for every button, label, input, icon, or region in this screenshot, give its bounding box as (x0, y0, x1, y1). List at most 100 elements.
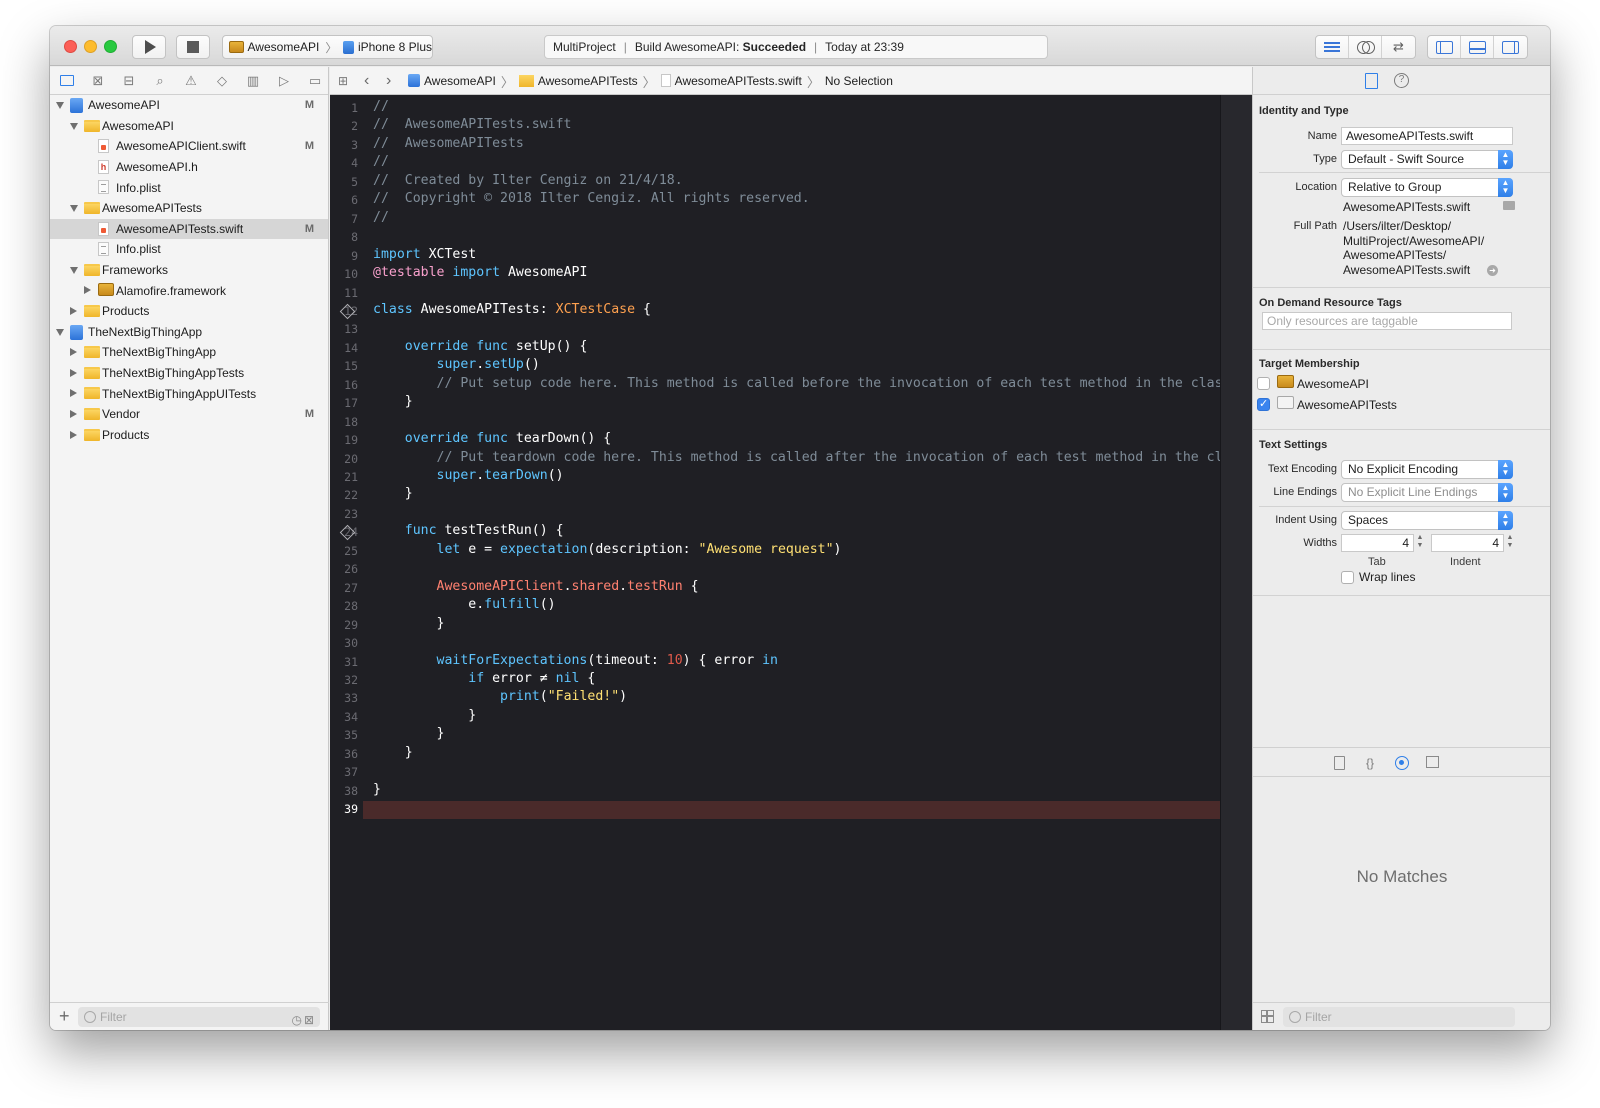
tree-row[interactable]: Info.plist (50, 239, 328, 260)
grid-view-icon[interactable] (1261, 1010, 1274, 1023)
code-line[interactable]: AwesomeAPIClient.shared.testRun { (373, 579, 699, 594)
code-line[interactable]: override func tearDown() { (373, 431, 611, 446)
tree-row[interactable]: AwesomeAPITests (50, 198, 328, 219)
code-line[interactable]: // Created by Ilter Cengiz on 21/4/18. (373, 173, 683, 188)
code-line[interactable]: let e = expectation(description: "Awesom… (373, 542, 842, 557)
tree-row[interactable]: AwesomeAPITests.swift M (50, 218, 328, 240)
code-line[interactable]: // (373, 210, 389, 225)
navigator-filter-input[interactable]: Filter ◷⊠ (78, 1007, 320, 1027)
add-file-button[interactable]: + (59, 1006, 70, 1027)
disclosure-open-icon[interactable] (70, 122, 78, 130)
find-navigator-tab[interactable]: ⌕ (149, 71, 171, 91)
file-template-icon[interactable] (1334, 756, 1345, 770)
disclosure-open-icon[interactable] (70, 266, 78, 274)
file-inspector-tab[interactable] (1365, 73, 1378, 89)
disclosure-open-icon[interactable] (56, 328, 64, 336)
tree-row[interactable]: TheNextBigThingApp (50, 322, 328, 343)
text-encoding-popup[interactable]: No Explicit Encoding ▲ ▼ (1341, 460, 1513, 479)
standard-editor-button[interactable] (1316, 36, 1349, 58)
source-control-navigator-tab[interactable]: ⊠ (87, 71, 109, 91)
tree-row[interactable]: AwesomeAPI (50, 116, 328, 137)
disclosure-closed-icon[interactable] (70, 430, 77, 439)
code-line[interactable]: // AwesomeAPITests (373, 136, 524, 151)
debug-navigator-tab[interactable]: ▥ (242, 71, 264, 91)
tree-row[interactable]: Products (50, 425, 328, 446)
tree-row[interactable]: Vendor M (50, 404, 328, 425)
location-popup[interactable]: Relative to Group ▲ ▼ (1341, 178, 1513, 197)
target-checkbox-awesomeapitests[interactable] (1257, 397, 1270, 411)
test-navigator-tab[interactable]: ◇ (211, 71, 233, 91)
disclosure-closed-icon[interactable] (70, 306, 77, 315)
tab-width-field[interactable]: 4 (1341, 534, 1414, 552)
code-line[interactable]: if error ≠ nil { (373, 671, 595, 686)
code-line[interactable]: // AwesomeAPITests.swift (373, 117, 572, 132)
breadcrumb-group[interactable]: AwesomeAPITests (518, 74, 638, 88)
related-items-icon[interactable]: ⊞ (338, 74, 352, 88)
code-line[interactable]: // Put teardown code here. This method i… (373, 450, 1220, 465)
tree-row[interactable]: Frameworks (50, 260, 328, 281)
line-endings-popup[interactable]: No Explicit Line Endings ▲ ▼ (1341, 483, 1513, 502)
code-line[interactable]: // (373, 99, 389, 114)
stop-button[interactable] (176, 35, 210, 59)
code-line[interactable]: } (373, 745, 413, 760)
folder-icon[interactable] (1503, 201, 1515, 210)
tree-row[interactable]: h AwesomeAPI.h (50, 157, 328, 178)
tree-row[interactable]: AwesomeAPIClient.swift M (50, 136, 328, 157)
code-line[interactable]: } (373, 616, 445, 631)
type-popup[interactable]: Default - Swift Source ▲ ▼ (1341, 150, 1513, 169)
run-button[interactable] (132, 35, 166, 59)
object-library-icon[interactable] (1395, 756, 1409, 770)
target-checkbox-awesomeapi[interactable] (1257, 377, 1270, 390)
code-line[interactable]: } (373, 394, 413, 409)
code-line[interactable]: } (373, 708, 476, 723)
code-line[interactable]: @testable import AwesomeAPI (373, 265, 587, 280)
name-field[interactable]: AwesomeAPITests.swift (1341, 127, 1513, 145)
assistant-editor-button[interactable] (1349, 36, 1382, 58)
breadcrumb-file[interactable]: AwesomeAPITests.swift (660, 74, 802, 88)
tree-row[interactable]: Products (50, 301, 328, 322)
project-navigator-tab[interactable] (56, 71, 78, 91)
recent-files-icon[interactable]: ◷⊠ (291, 1010, 316, 1030)
toggle-debug-area-button[interactable] (1461, 36, 1494, 58)
indent-width-field[interactable]: 4 (1431, 534, 1504, 552)
quick-help-tab[interactable]: ? (1394, 73, 1409, 88)
code-line[interactable]: // Copyright © 2018 Ilter Cengiz. All ri… (373, 191, 810, 206)
disclosure-closed-icon[interactable] (70, 368, 77, 377)
breadcrumb-selection[interactable]: No Selection (825, 74, 893, 88)
media-library-icon[interactable] (1426, 756, 1439, 768)
code-line[interactable]: print("Failed!") (373, 689, 627, 704)
code-line[interactable]: // (373, 154, 389, 169)
source-editor[interactable]: 1 2 3 4 5 6 7 8 9 10 11 12 13 14 15 16 17 18 19 20 21 22 23 24 2… (330, 95, 1220, 1030)
tab-width-stepper[interactable]: ▲ ▼ (1416, 534, 1424, 552)
code-line[interactable]: override func setUp() { (373, 339, 588, 354)
code-line[interactable]: // Put setup code here. This method is c… (373, 376, 1220, 391)
version-editor-button[interactable]: ⇄ (1382, 36, 1415, 58)
disclosure-closed-icon[interactable] (70, 348, 77, 357)
disclosure-open-icon[interactable] (56, 102, 64, 109)
minimize-window-button[interactable] (84, 40, 97, 53)
tree-row[interactable]: AwesomeAPI M (50, 95, 328, 116)
disclosure-open-icon[interactable] (70, 204, 78, 212)
library-filter-input[interactable]: Filter (1283, 1007, 1515, 1027)
tree-row[interactable]: TheNextBigThingApp (50, 342, 328, 363)
close-window-button[interactable] (64, 40, 77, 53)
code-line[interactable]: } (373, 782, 381, 797)
code-line[interactable]: import XCTest (373, 247, 476, 262)
zoom-window-button[interactable] (104, 40, 117, 53)
tree-row[interactable]: TheNextBigThingAppTests (50, 363, 328, 384)
reveal-in-finder-icon[interactable]: ➜ (1487, 265, 1498, 276)
breakpoint-navigator-tab[interactable]: ▷ (273, 71, 295, 91)
disclosure-closed-icon[interactable] (84, 286, 91, 295)
device-name[interactable]: iPhone 8 Plus (358, 40, 432, 54)
breadcrumb-project[interactable]: AwesomeAPI (408, 74, 496, 88)
symbol-navigator-tab[interactable]: ⊟ (118, 71, 140, 91)
code-line[interactable]: class AwesomeAPITests: XCTestCase { (373, 302, 651, 317)
resource-tags-field[interactable]: Only resources are taggable (1262, 312, 1512, 330)
indent-width-stepper[interactable]: ▲ ▼ (1506, 534, 1514, 552)
toggle-inspector-button[interactable] (1494, 36, 1527, 58)
forward-arrow-icon[interactable]: › (386, 72, 391, 90)
code-snippet-icon[interactable]: {} (1363, 756, 1377, 770)
tree-row[interactable]: TheNextBigThingAppUITests (50, 383, 328, 404)
toggle-navigator-button[interactable] (1428, 36, 1461, 58)
wrap-lines-checkbox[interactable] (1341, 571, 1354, 584)
